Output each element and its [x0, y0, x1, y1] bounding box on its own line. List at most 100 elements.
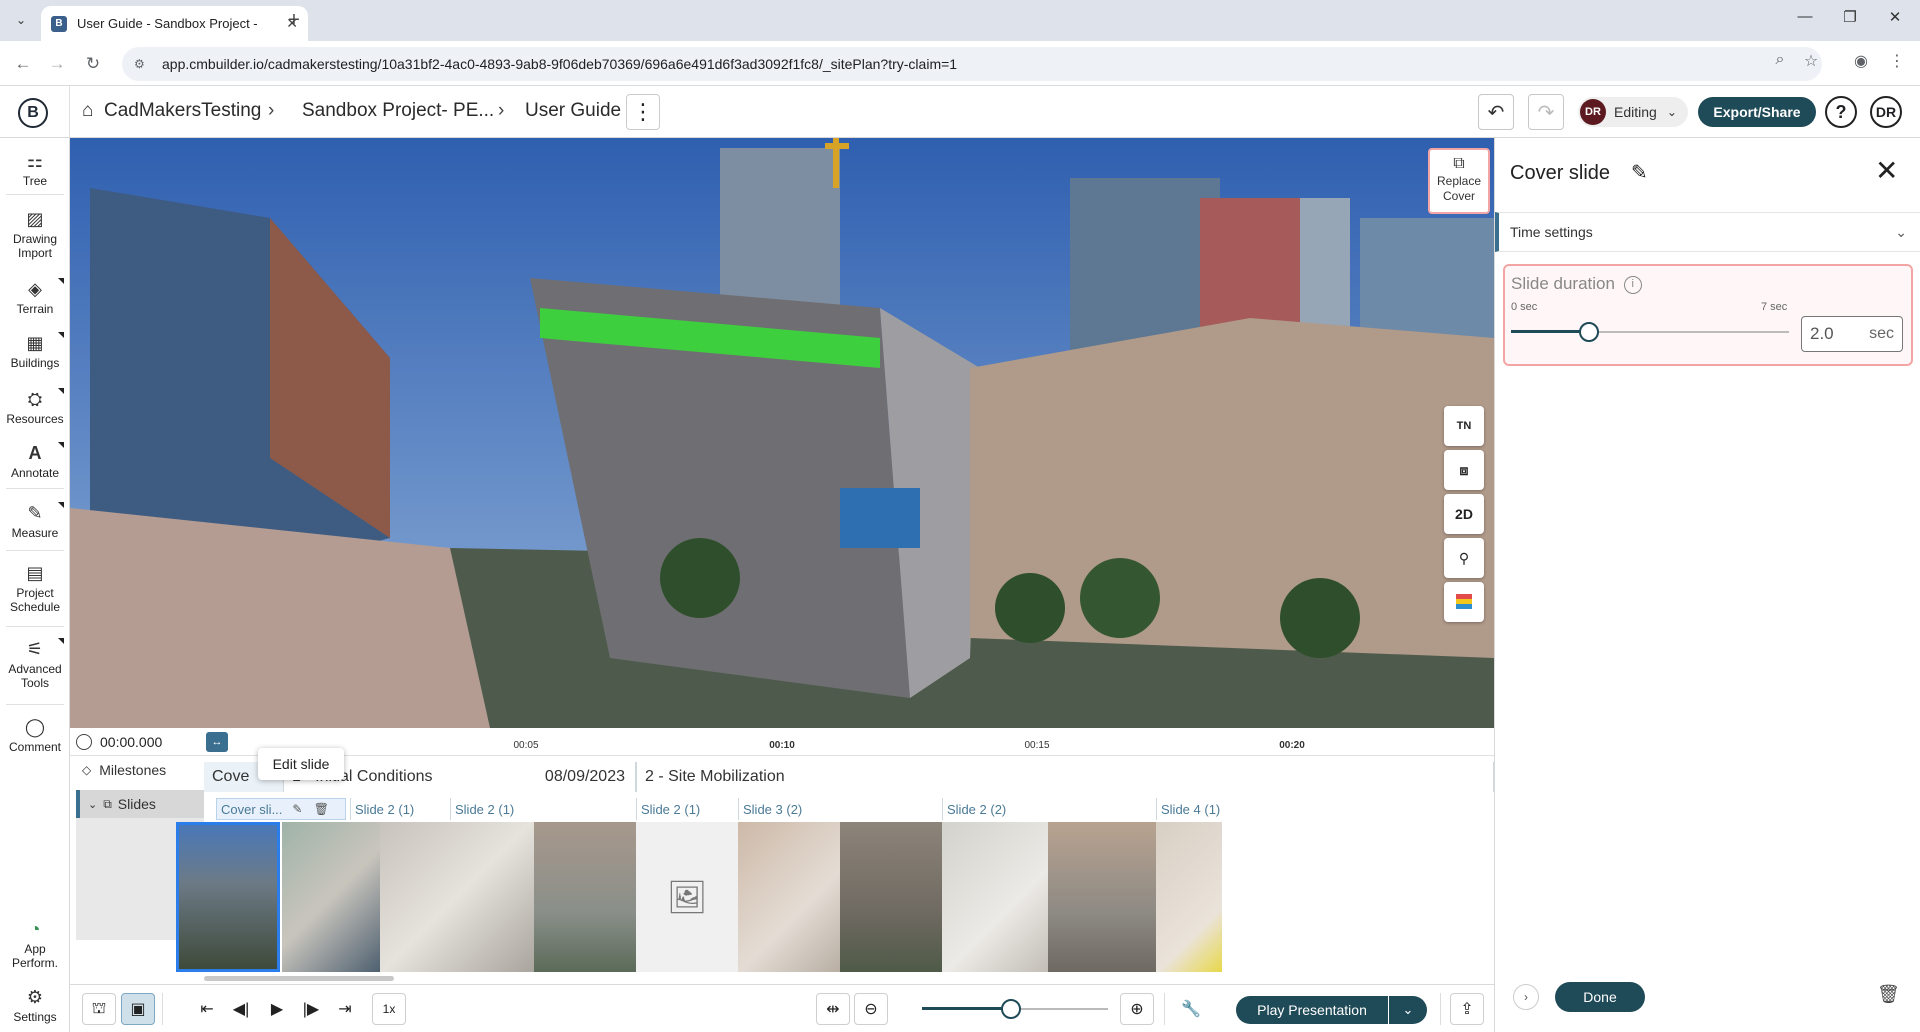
- editing-mode-dropdown[interactable]: DR Editing ⌄: [1578, 97, 1688, 127]
- skip-to-start-icon[interactable]: ⇤: [190, 993, 224, 1025]
- browser-menu-icon[interactable]: ⋮: [1884, 51, 1910, 71]
- slide-thumbnail[interactable]: [738, 822, 840, 972]
- wrench-icon[interactable]: 🔧: [1174, 993, 1208, 1025]
- time-settings-section[interactable]: Time settings ⌄: [1495, 212, 1920, 252]
- slide-thumbnail[interactable]: [534, 822, 636, 972]
- play-options-dropdown[interactable]: ⌄: [1389, 996, 1427, 1024]
- tool-label: Measure: [11, 526, 59, 540]
- presentation-view-icon[interactable]: ▣: [121, 993, 155, 1025]
- slide-thumbnail[interactable]: [282, 822, 380, 972]
- expand-panel-icon[interactable]: ›: [1513, 984, 1539, 1010]
- profile-icon[interactable]: ◉: [1848, 51, 1874, 71]
- slide-thumbnail[interactable]: [1156, 822, 1222, 972]
- undo-icon[interactable]: ↶: [1478, 94, 1514, 130]
- home-icon[interactable]: ⌂: [82, 100, 93, 122]
- slide-thumbnail-placeholder[interactable]: 🖼: [636, 822, 738, 972]
- color-legend-icon[interactable]: [1444, 582, 1484, 622]
- playhead-handle[interactable]: ↔: [206, 732, 228, 752]
- fit-timeline-icon[interactable]: ⇹: [816, 993, 850, 1025]
- tool-app-performance[interactable]: ◔ App Perform.: [0, 918, 70, 970]
- url-field[interactable]: ⚙ app.cmbuilder.io/cadmakerstesting/10a3…: [122, 47, 1822, 81]
- 3d-viewport[interactable]: [70, 138, 1494, 728]
- app-logo[interactable]: B: [18, 98, 48, 128]
- more-options-icon[interactable]: ⋮: [626, 94, 660, 130]
- new-tab-icon[interactable]: +: [282, 9, 306, 32]
- reload-icon[interactable]: ↻: [80, 51, 106, 77]
- minimize-icon[interactable]: —: [1790, 8, 1820, 25]
- slide-thumbnail[interactable]: [840, 822, 942, 972]
- duration-input[interactable]: 2.0 sec: [1801, 316, 1903, 352]
- 2d-toggle-button[interactable]: 2D: [1444, 494, 1484, 534]
- playback-bar: ⛫ ▣ ⇤ ◀| ▶ |▶ ⇥ 1x ⇹ ⊖ ⊕ 🔧 Play Presenta…: [70, 984, 1494, 1032]
- tab-search-icon[interactable]: ⌄: [8, 8, 34, 32]
- site-info-icon[interactable]: ⚙: [134, 57, 150, 71]
- slide-tag[interactable]: Slide 2 (1): [350, 798, 450, 820]
- export-video-icon[interactable]: ⇪: [1450, 993, 1484, 1025]
- tool-project-schedule[interactable]: ▤ Project Schedule: [0, 562, 70, 614]
- window-close-icon[interactable]: ✕: [1880, 8, 1910, 26]
- breadcrumb-page[interactable]: User Guide: [525, 100, 621, 122]
- duration-slider-handle[interactable]: [1578, 322, 1599, 342]
- site-view-icon[interactable]: ⛫: [82, 993, 116, 1025]
- slide-thumbnail-cover[interactable]: [176, 822, 280, 972]
- slide-thumbnail[interactable]: [380, 822, 534, 972]
- tool-settings[interactable]: ⚙ Settings: [0, 986, 70, 1024]
- tool-advanced-tools[interactable]: ⚟ Advanced Tools: [0, 638, 70, 690]
- forward-icon[interactable]: →: [44, 51, 70, 77]
- browser-tab[interactable]: B User Guide - Sandbox Project - ✕: [41, 6, 308, 41]
- edit-title-icon[interactable]: ✎: [1631, 160, 1648, 185]
- milestone-site-mobilization[interactable]: 2 - Site Mobilization: [636, 762, 1494, 792]
- slides-row-label[interactable]: ⌄ ⧉ Slides: [76, 790, 204, 818]
- timeline-scrollbar[interactable]: [204, 976, 394, 981]
- favicon-icon: B: [51, 15, 67, 32]
- info-icon[interactable]: i: [1623, 276, 1642, 294]
- done-button[interactable]: Done: [1555, 982, 1645, 1012]
- tool-measure[interactable]: ✎ Measure: [0, 502, 70, 540]
- slide-tag[interactable]: Slide 2 (1): [450, 798, 636, 820]
- redo-icon[interactable]: ↷: [1528, 94, 1564, 130]
- slide-tag-cover[interactable]: Cover sli... ✎ 🗑: [216, 798, 346, 820]
- user-avatar[interactable]: DR: [1870, 96, 1902, 128]
- slide-tag[interactable]: Slide 3 (2): [738, 798, 942, 820]
- previous-slide-icon[interactable]: ◀|: [224, 993, 258, 1025]
- zoom-in-icon[interactable]: ⊕: [1120, 993, 1154, 1025]
- tool-buildings[interactable]: ▦ Buildings: [0, 332, 70, 370]
- breadcrumb-project[interactable]: Sandbox Project- PE...: [302, 100, 494, 122]
- edit-slide-icon[interactable]: ✎: [288, 800, 306, 818]
- slide-tag[interactable]: Slide 2 (2): [942, 798, 1156, 820]
- playback-speed-button[interactable]: 1x: [372, 993, 406, 1025]
- zoom-out-icon[interactable]: ⊖: [854, 993, 888, 1025]
- timeline-zoom-handle[interactable]: [1001, 999, 1022, 1019]
- submenu-indicator-icon: [58, 442, 64, 448]
- tool-resources[interactable]: ⛭ Resources: [0, 388, 70, 426]
- back-icon[interactable]: ←: [10, 51, 36, 77]
- play-icon[interactable]: ▶: [260, 993, 294, 1025]
- slide-tag[interactable]: Slide 4 (1): [1156, 798, 1236, 820]
- layers-icon[interactable]: ⧈: [1444, 450, 1484, 490]
- tool-drawing-import[interactable]: ▨ Drawing Import: [0, 208, 70, 260]
- play-presentation-button[interactable]: Play Presentation: [1236, 996, 1388, 1024]
- north-compass-icon[interactable]: TN: [1444, 406, 1484, 446]
- export-share-button[interactable]: Export/Share: [1698, 97, 1816, 127]
- next-slide-icon[interactable]: |▶: [294, 993, 328, 1025]
- tool-terrain[interactable]: ◈ Terrain: [0, 278, 70, 316]
- replace-cover-button[interactable]: ⧉ Replace Cover: [1428, 148, 1490, 214]
- tool-tree[interactable]: ⚏ Tree: [0, 150, 70, 188]
- tool-comment[interactable]: ◯ Comment: [0, 716, 70, 754]
- tool-annotate[interactable]: A Annotate: [0, 442, 70, 480]
- bookmark-star-icon[interactable]: ☆: [1798, 51, 1824, 71]
- zoom-icon[interactable]: ⌕: [1767, 51, 1793, 69]
- slide-thumbnail[interactable]: [942, 822, 1048, 972]
- delete-slide-icon[interactable]: 🗑: [312, 800, 330, 818]
- close-panel-icon[interactable]: ✕: [1875, 154, 1898, 187]
- help-icon[interactable]: ?: [1825, 96, 1857, 128]
- restore-icon[interactable]: ❐: [1835, 8, 1865, 26]
- delete-slide-icon[interactable]: 🗑: [1877, 984, 1900, 1005]
- person-view-icon[interactable]: ⚲: [1444, 538, 1484, 578]
- tool-label: Resources: [6, 412, 64, 426]
- milestones-row-label[interactable]: ◇ Milestones: [82, 762, 166, 778]
- skip-to-end-icon[interactable]: ⇥: [328, 993, 362, 1025]
- slide-thumbnail[interactable]: [1048, 822, 1156, 972]
- slide-tag[interactable]: Slide 2 (1): [636, 798, 738, 820]
- breadcrumb-org[interactable]: CadMakersTesting: [104, 100, 261, 122]
